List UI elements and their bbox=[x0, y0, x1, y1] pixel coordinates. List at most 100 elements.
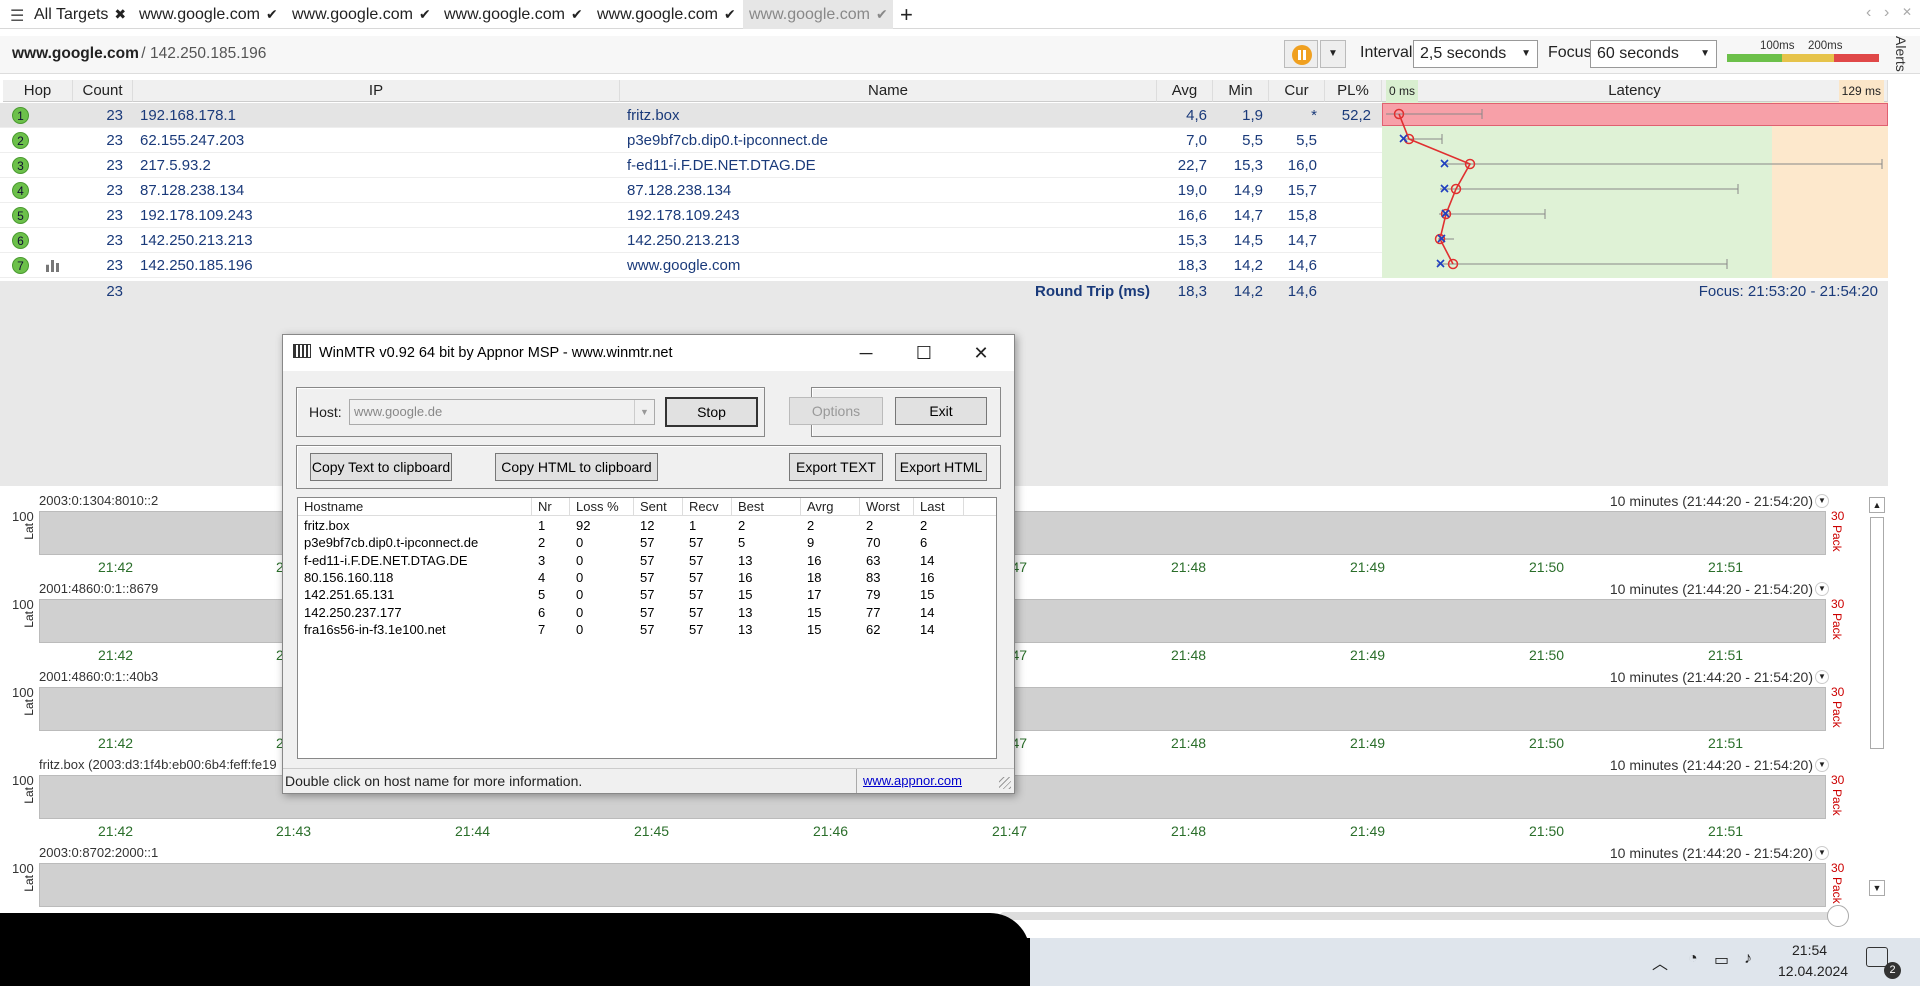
host-combobox[interactable]: www.google.de ▼ bbox=[349, 399, 655, 425]
scroll-right-icon[interactable]: › bbox=[1884, 4, 1889, 22]
hop-number: 2 bbox=[12, 132, 29, 149]
chart-time-label: 21:50 bbox=[1529, 735, 1565, 751]
tab-target[interactable]: www.google.com ✔ bbox=[438, 0, 588, 29]
options-button[interactable]: Options bbox=[789, 397, 883, 425]
chart-range-dropdown-icon[interactable]: ▼ bbox=[1815, 846, 1829, 860]
exit-button[interactable]: Exit bbox=[895, 397, 987, 425]
menu-icon[interactable]: ☰ bbox=[10, 6, 24, 26]
alerts-tab[interactable]: Alerts bbox=[1893, 36, 1909, 72]
results-col-header[interactable]: Nr bbox=[532, 498, 570, 516]
col-cur[interactable]: Cur bbox=[1269, 80, 1325, 102]
results-cell[interactable]: 142.250.237.177 bbox=[304, 604, 534, 621]
results-col-header[interactable]: Loss % bbox=[570, 498, 634, 516]
hop-row[interactable]: 5 23 192.178.109.243 192.178.109.243 16,6 14,… bbox=[0, 203, 1382, 228]
dialog-titlebar[interactable]: WinMTR v0.92 64 bit by Appnor MSP - www.… bbox=[283, 335, 1014, 371]
cur-markers bbox=[1399, 134, 1450, 268]
results-cell: 57 bbox=[640, 587, 655, 603]
clock-time[interactable]: 21:54 bbox=[1792, 942, 1827, 958]
hop-row[interactable]: 4 23 87.128.238.134 87.128.238.134 19,0 14,9 1… bbox=[0, 178, 1382, 203]
horizontal-scrollbar[interactable] bbox=[1000, 912, 1838, 920]
scroll-up-icon[interactable]: ▲ bbox=[1869, 497, 1885, 513]
col-hop[interactable]: Hop bbox=[3, 80, 73, 102]
add-tab-button[interactable]: + bbox=[900, 0, 913, 29]
results-cell[interactable]: 142.251.65.131 bbox=[304, 586, 534, 603]
col-name[interactable]: Name bbox=[620, 80, 1157, 102]
volume-icon[interactable]: ♪ bbox=[1744, 950, 1752, 968]
chevron-up-icon[interactable]: ︿ bbox=[1652, 950, 1668, 974]
clock-date[interactable]: 12.04.2024 bbox=[1778, 963, 1848, 979]
scroll-down-icon[interactable]: ▼ bbox=[1869, 880, 1885, 896]
close-button[interactable]: ✕ bbox=[958, 335, 1004, 371]
stop-button[interactable]: Stop bbox=[665, 397, 758, 427]
tab-target[interactable]: www.google.com ✔ bbox=[286, 0, 436, 29]
tab-target[interactable]: www.google.com ✔ bbox=[133, 0, 283, 29]
hop-row[interactable]: 3 23 217.5.93.2 f-ed11-i.F.DE.NET.DTAG.DE 22… bbox=[0, 153, 1382, 178]
results-col-header[interactable]: Avrg bbox=[801, 498, 860, 516]
results-cell: 14 bbox=[920, 621, 935, 637]
chart-side-num: 30 bbox=[1831, 861, 1845, 875]
results-col-header[interactable]: Last bbox=[914, 498, 964, 516]
hop-packet-loss bbox=[1325, 253, 1371, 278]
results-cell: 79 bbox=[866, 587, 881, 603]
appnor-link[interactable]: www.appnor.com bbox=[863, 773, 962, 788]
chart-range-dropdown-icon[interactable]: ▼ bbox=[1815, 582, 1829, 596]
col-latency[interactable]: 0 ms Latency 129 ms bbox=[1382, 80, 1888, 102]
hop-row[interactable]: 2 23 62.155.247.203 p3e9bf7cb.dip0.t-ipconn… bbox=[0, 128, 1382, 153]
results-col-header[interactable]: Recv bbox=[683, 498, 732, 516]
copy-html-button[interactable]: Copy HTML to clipboard bbox=[495, 453, 658, 481]
scroll-left-icon[interactable]: ‹ bbox=[1866, 4, 1871, 22]
results-col-header[interactable]: Sent bbox=[634, 498, 683, 516]
horizontal-scroll-thumb[interactable] bbox=[1827, 905, 1849, 927]
charts-scrollbar[interactable]: ▲ ▼ bbox=[1868, 493, 1886, 903]
chart-range-dropdown-icon[interactable]: ▼ bbox=[1815, 670, 1829, 684]
legend-bad-bar bbox=[1834, 54, 1879, 62]
results-cell[interactable]: f-ed11-i.F.DE.NET.DTAG.DE bbox=[304, 552, 534, 569]
bar-chart-icon[interactable] bbox=[46, 260, 59, 272]
col-min[interactable]: Min bbox=[1213, 80, 1269, 102]
minimize-button[interactable]: ─ bbox=[843, 335, 889, 371]
check-icon: ✔ bbox=[875, 6, 888, 22]
tab-all-targets[interactable]: All Targets ✖ bbox=[28, 0, 128, 29]
col-avg[interactable]: Avg bbox=[1157, 80, 1213, 102]
hop-row[interactable]: 7 23 142.250.185.196 www.google.com 18,3 14,2… bbox=[0, 253, 1382, 278]
pause-dropdown-button[interactable]: ▼ bbox=[1320, 40, 1346, 68]
pause-button[interactable] bbox=[1284, 40, 1318, 68]
col-ip[interactable]: IP bbox=[133, 80, 620, 102]
export-html-button[interactable]: Export HTML bbox=[895, 453, 987, 481]
chart-range-dropdown-icon[interactable]: ▼ bbox=[1815, 494, 1829, 508]
results-cell: 92 bbox=[576, 518, 591, 533]
maximize-button[interactable]: ☐ bbox=[901, 335, 947, 371]
export-text-button[interactable]: Export TEXT bbox=[789, 453, 883, 481]
results-col-header[interactable]: Best bbox=[732, 498, 801, 516]
results-col-header[interactable]: Hostname bbox=[298, 498, 532, 516]
results-cell[interactable]: fra16s56-in-f3.1e100.net bbox=[304, 621, 534, 638]
results-col-header[interactable]: Worst bbox=[860, 498, 914, 516]
resize-grip-icon[interactable] bbox=[999, 777, 1011, 789]
chevron-down-icon: ▼ bbox=[1700, 48, 1710, 59]
chart-time-label: 21:48 bbox=[1171, 823, 1207, 839]
hop-row[interactable]: 1 23 192.168.178.1 fritz.box 4,6 1,9 * 52,2 bbox=[0, 103, 1382, 128]
interval-select[interactable]: 2,5 seconds ▼ bbox=[1413, 40, 1538, 68]
results-cell[interactable]: p3e9bf7cb.dip0.t-ipconnect.de bbox=[304, 534, 534, 551]
hop-row[interactable]: 6 23 142.250.213.213 142.250.213.213 15,3 14,… bbox=[0, 228, 1382, 253]
hop-grid: Hop Count IP Name Avg Min Cur PL% 0 ms L… bbox=[0, 80, 1888, 303]
hop-count: 23 bbox=[106, 232, 123, 249]
close-icon[interactable]: ✖ bbox=[114, 6, 126, 22]
legend-warn-bar bbox=[1782, 54, 1834, 62]
tab-target[interactable]: www.google.com ✔ bbox=[591, 0, 741, 29]
copy-text-button[interactable]: Copy Text to clipboard bbox=[310, 453, 452, 481]
scroll-thumb[interactable] bbox=[1870, 517, 1884, 749]
results-cell[interactable]: fritz.box bbox=[304, 517, 534, 534]
tab-target-active[interactable]: www.google.com ✔ bbox=[743, 0, 893, 29]
col-count[interactable]: Count bbox=[73, 80, 133, 102]
hop-min: 14,9 bbox=[1233, 182, 1263, 199]
chart-range-dropdown-icon[interactable]: ▼ bbox=[1815, 758, 1829, 772]
close-icon[interactable]: ✕ bbox=[1902, 5, 1912, 19]
results-cell[interactable]: 80.156.160.118 bbox=[304, 569, 534, 586]
col-pl[interactable]: PL% bbox=[1325, 80, 1382, 102]
battery-icon[interactable]: ▭ bbox=[1714, 950, 1729, 970]
results-cell: 3 bbox=[538, 552, 546, 568]
wifi-icon[interactable]: ◔ bbox=[1688, 950, 1698, 968]
focus-select[interactable]: 60 seconds ▼ bbox=[1590, 40, 1717, 68]
notification-icon[interactable] bbox=[1866, 947, 1888, 967]
